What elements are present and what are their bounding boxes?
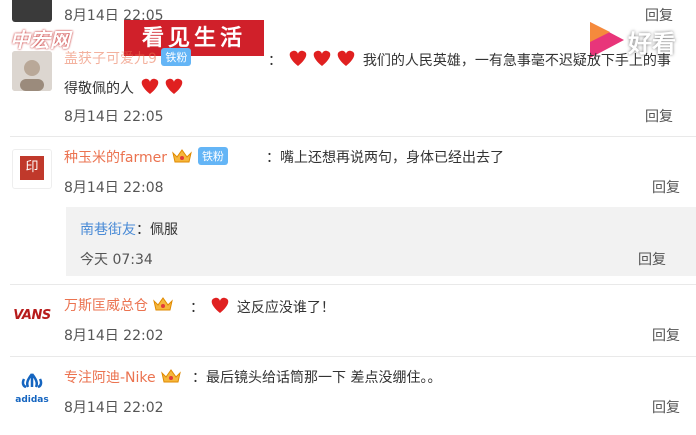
sub-reply-text: 南巷街友：佩服	[80, 219, 178, 239]
avatar[interactable]	[12, 51, 52, 91]
reply-button[interactable]: 回复	[652, 177, 680, 197]
comment-item: 印 种玉米的farmer 铁粉 ：嘴上还想再说两句，身体已经出去了 8月14日 …	[0, 137, 696, 207]
commenter-name[interactable]: 种玉米的farmer 铁粉	[64, 147, 228, 169]
sub-reply-name[interactable]: 南巷街友	[80, 222, 136, 238]
heart-icon	[138, 76, 186, 100]
comment-text-prefix: ：	[268, 53, 282, 69]
comment-time: 8月14日 22:08	[64, 180, 164, 196]
vip-crown-icon	[171, 147, 193, 169]
sub-reply-time: 今天 07:34	[80, 252, 153, 268]
commenter-name[interactable]: 专注阿迪-Nike	[64, 367, 182, 389]
heart-icon	[286, 48, 358, 72]
avatar[interactable]: 印	[12, 149, 52, 189]
avatar-brand: VANS	[13, 308, 51, 323]
comment-item: 盖获子可爱九9 铁粉 ： 我们的人民英雄，一有急事毫不迟疑放下手上的事 得敬佩的…	[0, 40, 696, 136]
commenter-name[interactable]: 万斯匡威总仓	[64, 295, 174, 317]
fan-badge: 铁粉	[161, 48, 192, 66]
comment-text: ：最后镜头给话筒那一下 差点没绷住。。	[192, 370, 442, 386]
avatar-stamp: 印	[20, 156, 44, 180]
comment-text-line2: 得敬佩的人	[64, 76, 186, 100]
comment-text-body: 这反应没谁了！	[236, 300, 335, 316]
vip-crown-icon	[160, 367, 182, 389]
comment-text-body: 我们的人民英雄，一有急事毫不迟疑放下手上的事	[362, 53, 671, 69]
comment-text: ： 这反应没谁了！	[190, 295, 335, 319]
comment-item: adidas 专注阿迪-Nike ：最后镜头给话筒那一下 差点没绷住。。 8月1…	[0, 357, 696, 435]
sub-reply-body: ：佩服	[136, 222, 178, 238]
comment-time: 8月14日 22:02	[64, 400, 164, 416]
comment-item: VANS 万斯匡威总仓 ： 这反应没谁了！ 8月14日 22:02 回复	[0, 285, 696, 355]
commenter-name-text[interactable]: 万斯匡威总仓	[64, 298, 148, 314]
comment-time: 8月14日 22:05	[64, 109, 164, 125]
comment-text-line2-body: 得敬佩的人	[64, 81, 134, 97]
avatar[interactable]: VANS	[12, 297, 52, 337]
commenter-name-text[interactable]: 种玉米的farmer	[64, 150, 167, 166]
comment-text-prefix: ：	[190, 300, 204, 316]
user-photo-icon	[12, 51, 52, 91]
commenter-name[interactable]: 盖获子可爱九9 铁粉	[64, 48, 192, 68]
reply-button[interactable]: 回复	[645, 106, 673, 126]
reply-button[interactable]: 回复	[638, 249, 666, 269]
heart-icon	[208, 295, 232, 319]
reply-button[interactable]: 回复	[652, 325, 680, 345]
commenter-name-text[interactable]: 专注阿迪-Nike	[64, 370, 156, 386]
comment-text: ：嘴上还想再说两句，身体已经出去了	[266, 150, 504, 166]
avatar-brand: adidas	[15, 395, 49, 405]
sub-reply-box: 南巷街友：佩服 今天 07:34 回复	[66, 207, 696, 276]
comment-time: 8月14日 22:02	[64, 328, 164, 344]
avatar[interactable]: adidas	[12, 369, 52, 409]
commenter-name-text[interactable]: 盖获子可爱九9	[64, 51, 157, 67]
vip-crown-icon	[152, 295, 174, 317]
reply-button[interactable]: 回复	[652, 397, 680, 417]
fan-badge: 铁粉	[197, 147, 228, 165]
comment-text: ： 我们的人民英雄，一有急事毫不迟疑放下手上的事	[268, 48, 671, 72]
